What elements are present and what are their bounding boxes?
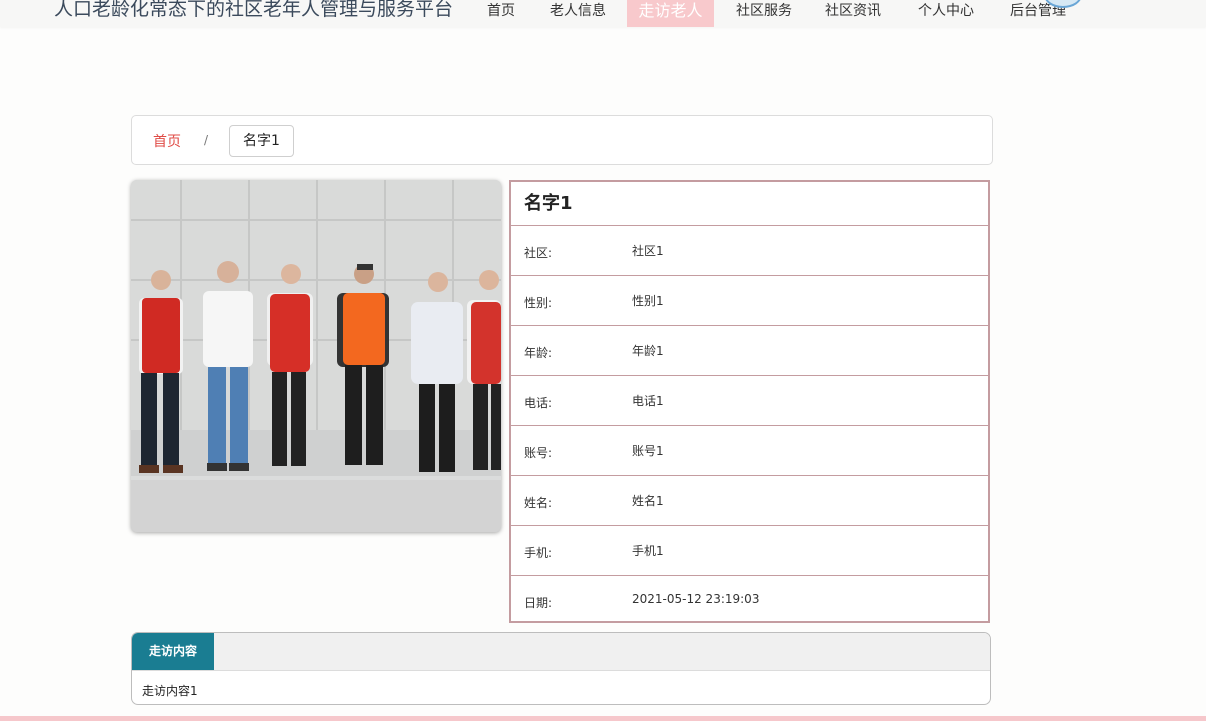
detail-row-date: 日期: 2021-05-12 23:19:03: [511, 576, 988, 625]
visit-content-panel: 走访内容 走访内容1: [131, 632, 991, 705]
tab-visit-content[interactable]: 走访内容: [132, 633, 215, 670]
nav-item-community-service[interactable]: 社区服务: [724, 0, 804, 27]
detail-row-gender: 性别: 性别1: [511, 276, 988, 326]
elder-detail-panel: 名字1 社区: 社区1 性别: 性别1 年龄: 年龄1 电话: 电话1 账号: …: [509, 180, 990, 623]
detail-label: 社区:: [524, 246, 553, 260]
site-title: 人口老龄化常态下的社区老年人管理与服务平台: [54, 0, 454, 20]
nav-item-visit-elders[interactable]: 走访老人: [627, 0, 714, 27]
detail-label: 年龄:: [524, 346, 553, 360]
detail-value: 姓名1: [632, 494, 664, 508]
detail-value: 性别1: [632, 294, 664, 308]
elder-name-heading: 名字1: [511, 182, 988, 226]
detail-row-mobile: 手机: 手机1: [511, 526, 988, 576]
detail-value: 年龄1: [632, 344, 664, 358]
nav-item-community-news[interactable]: 社区资讯: [813, 0, 893, 27]
detail-row-account: 账号: 账号1: [511, 426, 988, 476]
nav-item-home[interactable]: 首页: [477, 0, 525, 27]
detail-value: 手机1: [632, 544, 664, 558]
detail-label: 手机:: [524, 546, 553, 560]
visit-content-text: 走访内容1: [142, 684, 198, 698]
detail-row-age: 年龄: 年龄1: [511, 326, 988, 376]
detail-label: 账号:: [524, 446, 553, 460]
detail-row-fullname: 姓名: 姓名1: [511, 476, 988, 526]
footer-strip: [0, 716, 1206, 721]
group-photo-icon: [131, 180, 501, 532]
nav-item-personal-center[interactable]: 个人中心: [906, 0, 986, 27]
nav-item-elder-info[interactable]: 老人信息: [538, 0, 618, 27]
detail-label: 性别:: [524, 296, 553, 310]
detail-value: 账号1: [632, 444, 664, 458]
elder-photo: [131, 180, 501, 532]
detail-value: 2021-05-12 23:19:03: [632, 592, 760, 606]
detail-label: 电话:: [524, 396, 553, 410]
detail-label: 日期:: [524, 596, 553, 610]
breadcrumb-current: 名字1: [229, 125, 294, 157]
detail-row-community: 社区: 社区1: [511, 226, 988, 276]
detail-value: 电话1: [632, 394, 664, 408]
breadcrumb-separator: /: [204, 133, 209, 147]
detail-value: 社区1: [632, 244, 664, 258]
detail-row-phone: 电话: 电话1: [511, 376, 988, 426]
top-nav: 人口老龄化常态下的社区老年人管理与服务平台 首页 老人信息 走访老人 社区服务 …: [0, 0, 1206, 27]
breadcrumb: 首页 / 名字1: [131, 115, 993, 165]
detail-label: 姓名:: [524, 496, 553, 510]
breadcrumb-home-link[interactable]: 首页: [153, 131, 181, 151]
visit-tabbar: 走访内容: [132, 633, 990, 671]
